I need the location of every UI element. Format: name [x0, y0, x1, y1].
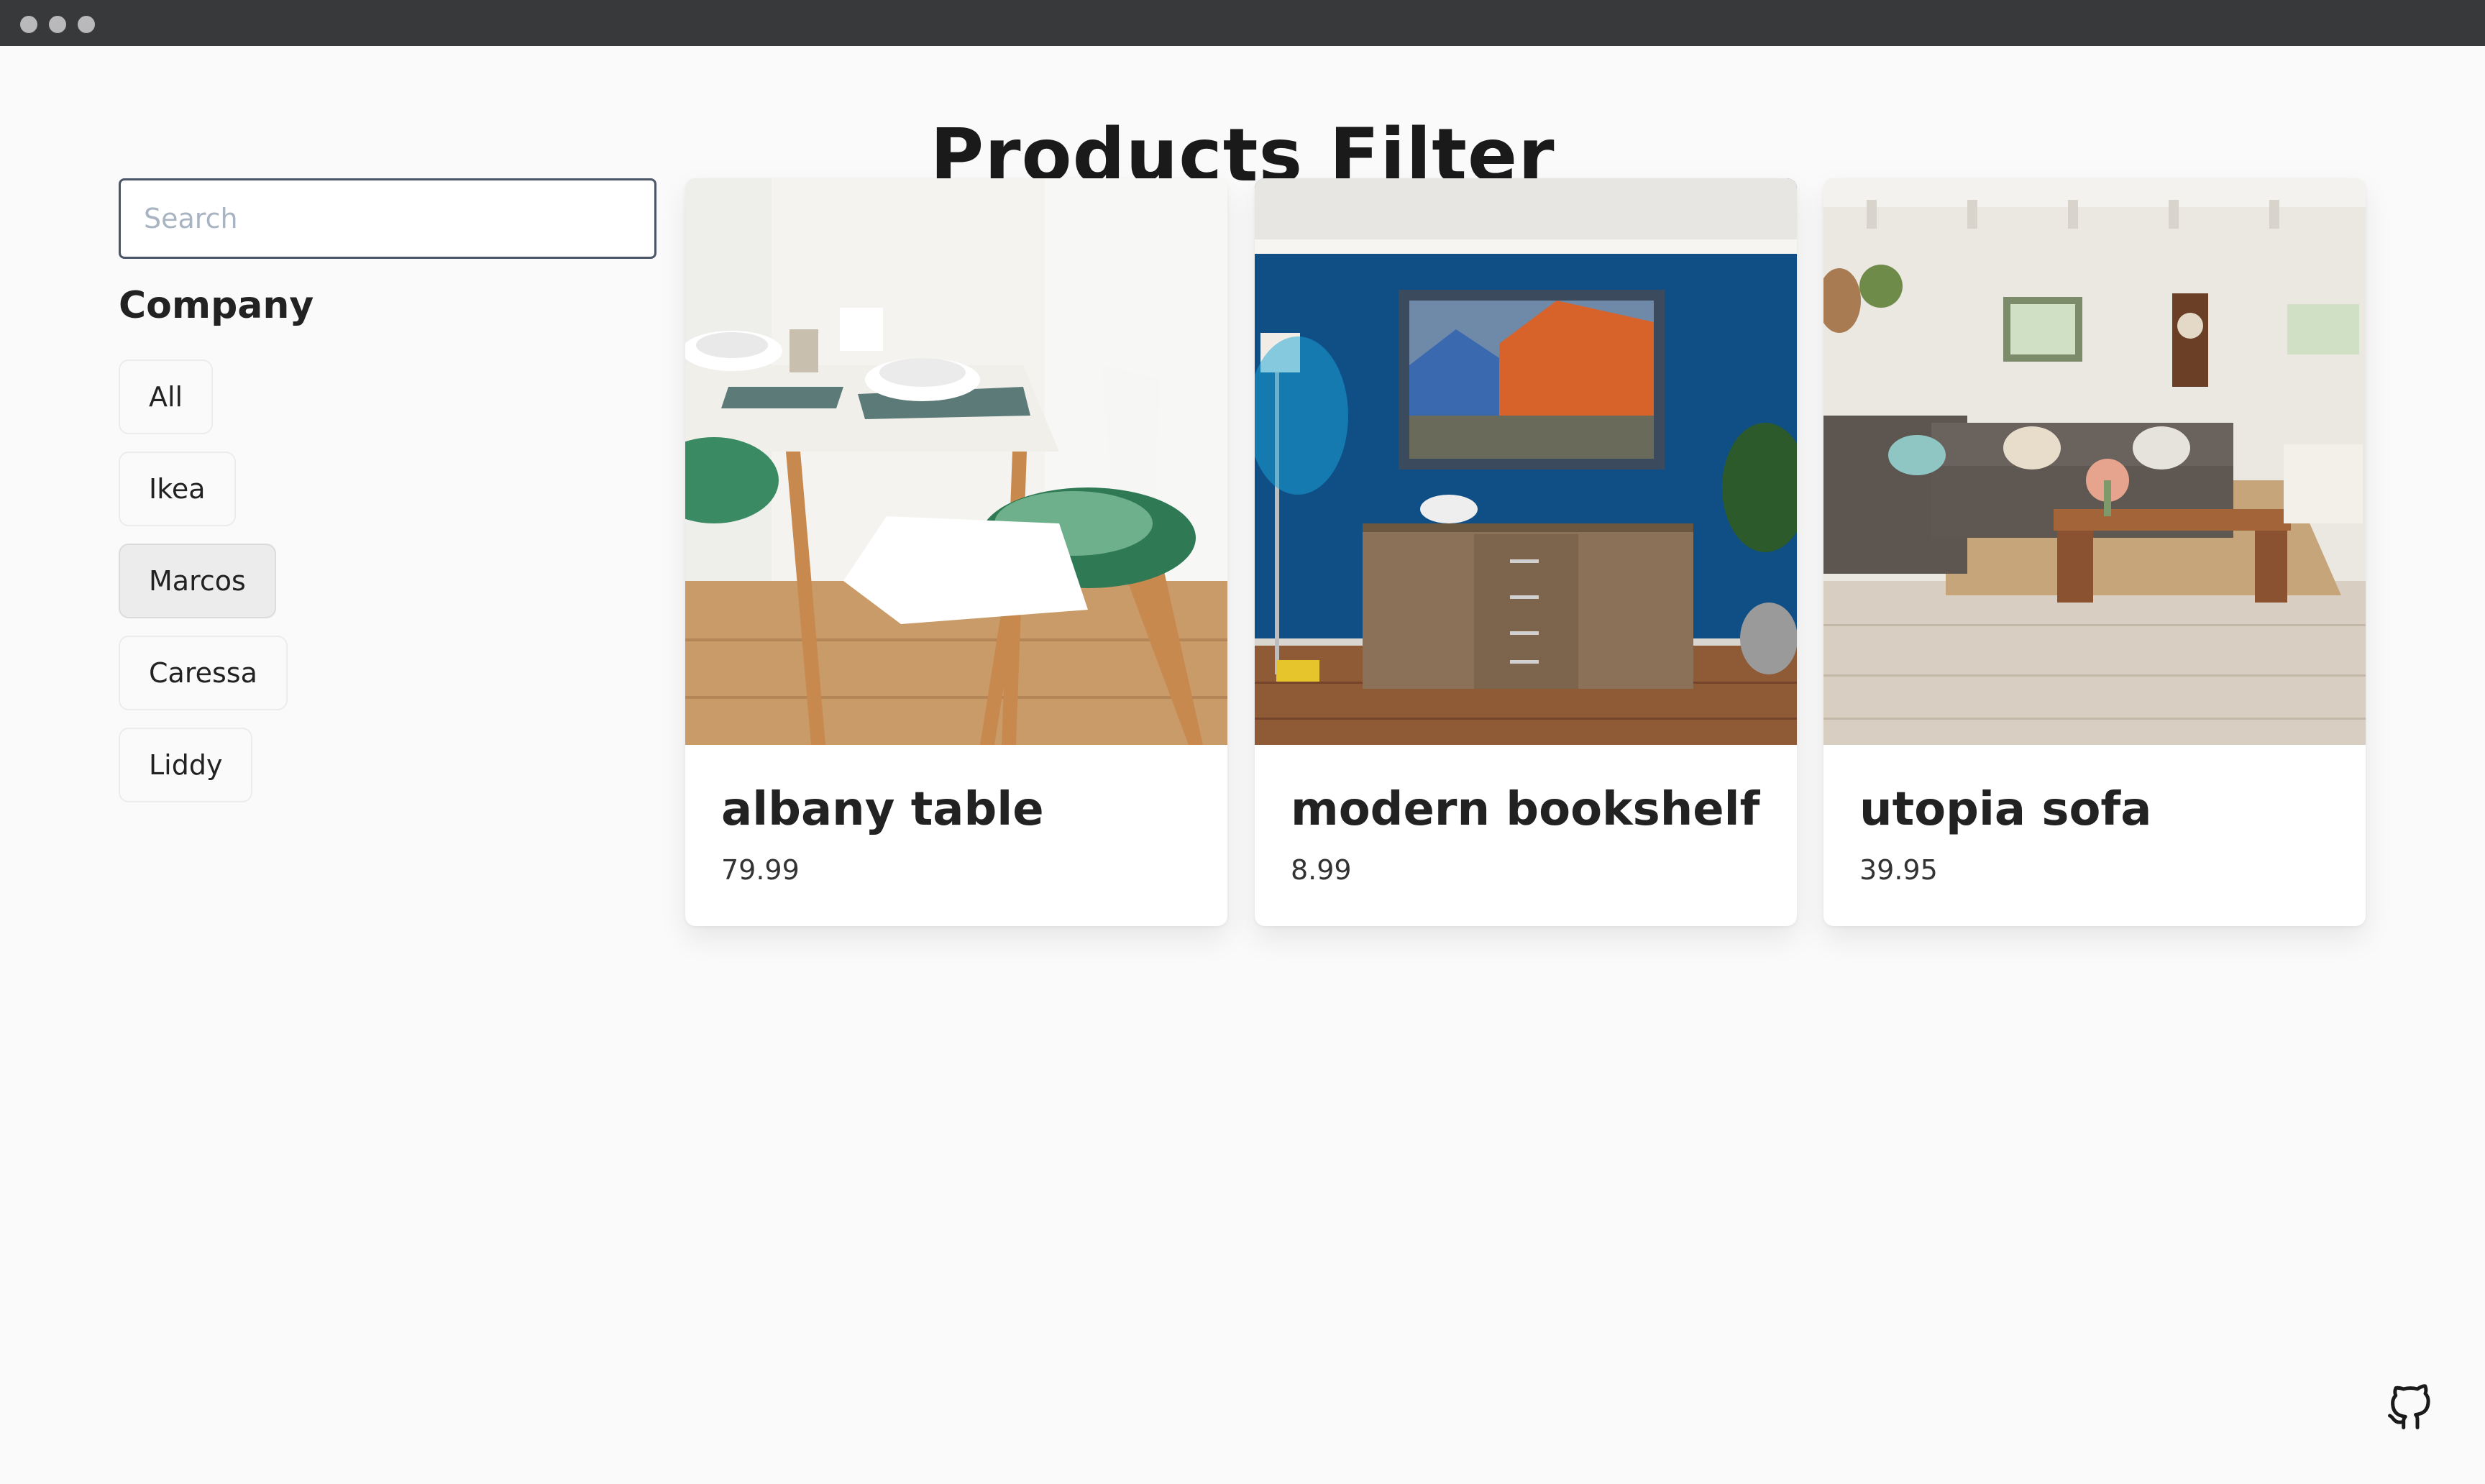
company-filter-all[interactable]: All — [119, 359, 214, 434]
product-image[interactable] — [1823, 178, 2366, 745]
product-name: modern bookshelf — [1291, 783, 1760, 836]
product-price: 39.95 — [1859, 854, 1938, 886]
window-titlebar — [0, 0, 2485, 46]
company-filter-caressa[interactable]: Caressa — [119, 636, 288, 710]
github-icon[interactable] — [2386, 1384, 2433, 1432]
company-filter-ikea[interactable]: Ikea — [119, 452, 236, 526]
product-name: albany table — [721, 783, 1044, 836]
company-filter-list: All Ikea Marcos Caressa Liddy — [119, 359, 288, 820]
company-filter-marcos[interactable]: Marcos — [119, 544, 276, 618]
product-name: utopia sofa — [1859, 783, 2152, 836]
company-filter-liddy[interactable]: Liddy — [119, 728, 253, 802]
window-minimize-dot[interactable] — [49, 16, 66, 33]
company-filter-heading: Company — [119, 284, 314, 327]
window-close-dot[interactable] — [20, 16, 37, 33]
product-card[interactable]: modern bookshelf 8.99 — [1255, 178, 1797, 926]
product-price: 79.99 — [721, 854, 800, 886]
product-image[interactable] — [1255, 178, 1797, 745]
product-image[interactable] — [685, 178, 1227, 745]
product-card[interactable]: albany table 79.99 — [685, 178, 1227, 926]
product-price: 8.99 — [1291, 854, 1352, 886]
window-maximize-dot[interactable] — [78, 16, 95, 33]
search-input[interactable] — [119, 178, 656, 259]
product-card[interactable]: utopia sofa 39.95 — [1823, 178, 2366, 926]
